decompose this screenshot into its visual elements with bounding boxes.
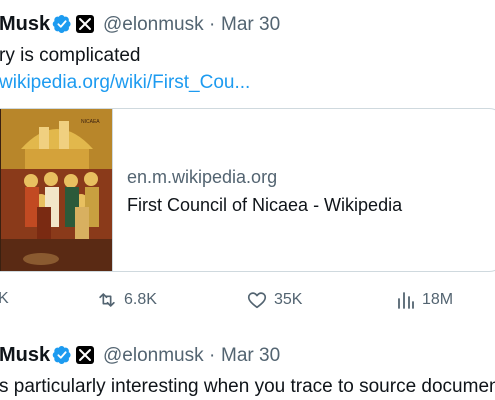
separator: ·	[209, 14, 216, 35]
tweet-text: s particularly interesting when you trac…	[0, 376, 495, 397]
views-button[interactable]: 18M	[396, 288, 476, 312]
views-bar-chart-icon	[398, 292, 414, 309]
card-thumbnail: NICAEA	[0, 109, 113, 271]
heart-icon	[247, 292, 267, 309]
reply-button[interactable]: K	[0, 290, 9, 308]
verified-badge-icon	[52, 15, 71, 33]
tweet-text: ry is complicated	[0, 45, 141, 66]
author-handle[interactable]: @elonmusk	[103, 14, 204, 36]
repost-icon	[99, 293, 115, 307]
separator: ·	[209, 345, 216, 366]
repost-count: 6.8K	[124, 291, 157, 308]
x-logo-icon	[76, 346, 94, 364]
card-domain: en.m.wikipedia.org	[127, 167, 278, 187]
views-count: 18M	[422, 291, 454, 308]
x-logo-icon	[76, 15, 94, 33]
author-handle[interactable]: @elonmusk	[103, 345, 204, 367]
tweet-date[interactable]: Mar 30	[221, 14, 280, 36]
repost-button[interactable]: 6.8K	[96, 288, 186, 312]
author-name[interactable]: Musk	[0, 344, 50, 367]
author-name[interactable]: Musk	[0, 13, 50, 36]
svg-text:NICAEA: NICAEA	[81, 119, 100, 125]
tweet-date[interactable]: Mar 30	[221, 345, 280, 367]
like-button[interactable]: 35K	[246, 288, 326, 312]
reply-count: K	[0, 290, 9, 307]
tweet-link[interactable]: wikipedia.org/wiki/First_Cou...	[0, 72, 250, 94]
card-title: First Council of Nicaea - Wikipedia	[127, 195, 403, 215]
verified-badge-icon	[52, 346, 71, 364]
like-count: 35K	[274, 291, 303, 308]
link-preview-card[interactable]: NICAEA en.m.wikipedia.org First Council …	[0, 108, 495, 272]
